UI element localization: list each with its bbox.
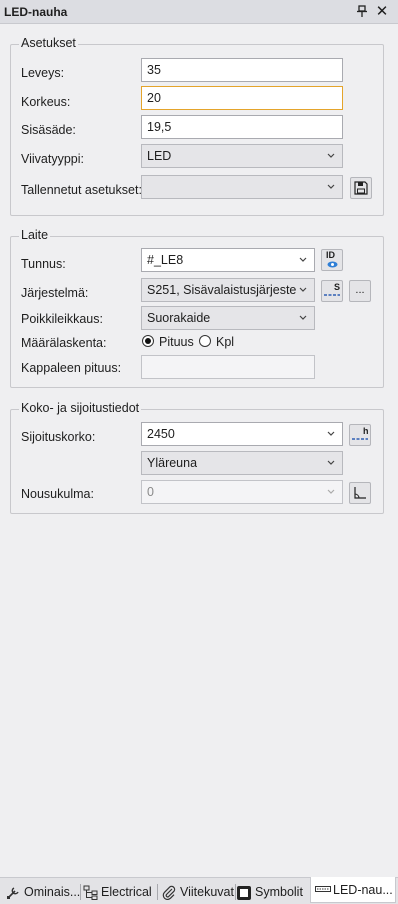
- chevron-down-icon: [299, 315, 307, 320]
- panel-title: LED-nauha: [4, 5, 68, 19]
- line-type-label: Viivatyyppi:: [21, 152, 84, 166]
- tab-symbols-label: Symbolit: [255, 885, 303, 899]
- saved-settings-label: Tallennetut asetukset:: [21, 183, 142, 197]
- elevation-reference-value: Yläreuna: [147, 456, 198, 470]
- height-input[interactable]: 20: [141, 86, 343, 110]
- eye-icon: [327, 261, 338, 268]
- system-s-icon-text: S: [334, 282, 341, 292]
- elevation-combo[interactable]: 2450: [141, 422, 343, 446]
- settings-group-title: Asetukset: [19, 36, 78, 50]
- system-more-button[interactable]: ...: [349, 280, 371, 302]
- elevation-h-icon-text: h: [363, 426, 369, 436]
- tab-led-strip[interactable]: LED-nau...: [310, 877, 396, 903]
- quantity-calc-label: Määrälaskenta:: [21, 336, 107, 350]
- slope-value: 0: [147, 485, 154, 499]
- slope-label: Nousukulma:: [21, 487, 94, 501]
- tab-electrical[interactable]: Electrical: [82, 881, 155, 903]
- width-label: Leveys:: [21, 66, 65, 80]
- elevation-value: 2450: [147, 427, 175, 441]
- height-label: Korkeus:: [21, 95, 71, 109]
- identifier-label: Tunnus:: [21, 257, 66, 271]
- angle-icon: [354, 487, 366, 499]
- chevron-down-icon: [327, 153, 335, 158]
- cross-section-label: Poikkileikkaus:: [21, 312, 103, 326]
- electrical-tree-icon: [83, 885, 98, 900]
- slope-pick-button[interactable]: [349, 482, 371, 504]
- tab-symbols[interactable]: Symbolit: [236, 881, 308, 903]
- save-icon: [354, 181, 368, 195]
- symbol-icon: [237, 886, 251, 900]
- identifier-combo[interactable]: #_LE8: [141, 248, 315, 272]
- tab-properties[interactable]: Ominais...: [2, 881, 80, 903]
- chevron-down-icon: [327, 489, 335, 494]
- elevation-label: Sijoituskorko:: [21, 430, 96, 444]
- elevation-line-icon: [352, 438, 368, 440]
- properties-icon: [7, 887, 19, 899]
- quantity-count-radio[interactable]: [199, 335, 211, 347]
- line-type-select[interactable]: LED: [141, 144, 343, 168]
- tab-electrical-label: Electrical: [101, 885, 152, 899]
- quantity-count-label: Kpl: [216, 335, 235, 349]
- tab-led-strip-label: LED-nau...: [333, 883, 393, 897]
- close-icon[interactable]: ✕: [374, 2, 390, 20]
- system-label: Järjestelmä:: [21, 286, 89, 300]
- elevation-reference-select[interactable]: Yläreuna: [141, 451, 343, 475]
- save-settings-button[interactable]: [350, 177, 372, 199]
- line-type-value: LED: [147, 149, 172, 163]
- piece-length-input[interactable]: [141, 355, 315, 379]
- system-pick-button[interactable]: S: [321, 280, 343, 302]
- width-input[interactable]: 35: [141, 58, 343, 82]
- cross-section-value: Suorakaide: [147, 311, 211, 325]
- identifier-value: #_LE8: [147, 253, 184, 267]
- chevron-down-icon: [299, 257, 307, 262]
- elevation-pick-button[interactable]: h: [349, 424, 371, 446]
- size-placement-group-title: Koko- ja sijoitustiedot: [19, 401, 142, 415]
- piece-length-label: Kappaleen pituus:: [21, 361, 122, 375]
- slope-combo[interactable]: 0: [141, 480, 343, 504]
- inner-radius-label: Sisäsäde:: [21, 123, 76, 137]
- system-line-icon: [324, 294, 340, 296]
- panel-titlebar: LED-nauha ✕: [0, 0, 398, 24]
- identifier-button[interactable]: ID: [321, 249, 343, 271]
- chevron-down-icon: [327, 460, 335, 465]
- quantity-length-label: Pituus: [159, 335, 194, 349]
- chevron-down-icon: [327, 431, 335, 436]
- paperclip-icon: [162, 885, 176, 900]
- system-select[interactable]: S251, Sisävalaistusjärjestelmä: [141, 278, 315, 302]
- tab-properties-label: Ominais...: [24, 885, 81, 899]
- chevron-down-icon: [299, 287, 307, 292]
- tab-reference-images[interactable]: Viitekuvat: [159, 881, 234, 903]
- led-strip-icon: [315, 886, 331, 892]
- device-group-title: Laite: [19, 228, 51, 242]
- pin-icon[interactable]: [355, 4, 369, 18]
- tab-reference-images-label: Viitekuvat: [180, 885, 234, 899]
- cross-section-select[interactable]: Suorakaide: [141, 306, 315, 330]
- chevron-down-icon: [327, 184, 335, 189]
- saved-settings-select[interactable]: [141, 175, 343, 199]
- system-value: S251, Sisävalaistusjärjestelmä: [147, 283, 297, 297]
- inner-radius-input[interactable]: 19,5: [141, 115, 343, 139]
- quantity-length-radio[interactable]: [142, 335, 154, 347]
- bottom-tab-bar: Ominais... Electrical Viitekuvat Symboli…: [0, 877, 398, 904]
- id-icon-text: ID: [326, 250, 335, 260]
